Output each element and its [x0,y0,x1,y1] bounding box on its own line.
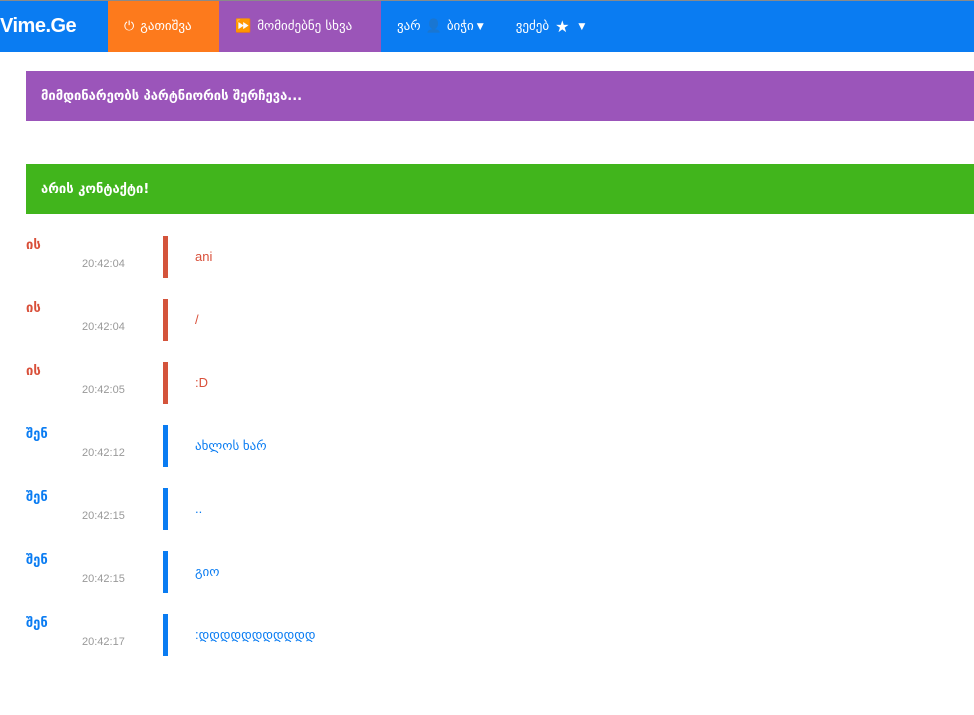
gender-prefix: ვარ [397,19,421,34]
message-divider [163,614,168,656]
chat-message: შენ 20:42:15 .. [0,488,974,530]
sender-name: ის [26,301,41,316]
disconnect-button[interactable]: ⏻ გათიშვა [108,1,219,52]
logo[interactable]: Vime.Ge [0,1,108,52]
message-divider [163,362,168,404]
message-time: 20:42:15 [82,510,125,522]
message-text: ახლოს ხარ [195,438,267,453]
message-time: 20:42:12 [82,447,125,459]
message-text: .. [195,501,203,516]
chat-message: ის 20:42:05 :D [0,362,974,404]
next-partner-label: მომიძებნე სხვა [257,19,353,34]
message-time: 20:42:04 [82,258,125,270]
message-divider [163,236,168,278]
top-navbar: Vime.Ge ⏻ გათიშვა ⏩ მომიძებნე სხვა ვარ 👤… [0,0,974,52]
next-partner-button[interactable]: ⏩ მომიძებნე სხვა [219,1,381,52]
chat-message: შენ 20:42:17 :დდდდდდდდდდდ [0,614,974,656]
power-icon: ⏻ [124,19,135,34]
message-text: :დდდდდდდდდდდ [195,627,316,642]
user-icon: 👤 [425,19,442,34]
message-divider [163,551,168,593]
caret-down-icon: ▼ [578,21,586,32]
sender-name: ის [26,238,41,253]
chat-message: შენ 20:42:12 ახლოს ხარ [0,425,974,467]
gender-value: ბიჭი [446,19,474,34]
sender-name: ის [26,364,41,379]
gender-dropdown[interactable]: ვარ 👤 ბიჭი ▼ [381,1,500,52]
chat-message: შენ 20:42:15 გიო [0,551,974,593]
sender-name: შენ [26,427,48,442]
message-divider [163,425,168,467]
chat-message: ის 20:42:04 / [0,299,974,341]
fast-forward-icon: ⏩ [235,19,252,34]
message-time: 20:42:04 [82,321,125,333]
message-time: 20:42:05 [82,384,125,396]
sender-name: შენ [26,616,48,631]
message-text: გიო [195,564,220,579]
message-text: :D [195,375,208,390]
sender-name: შენ [26,490,48,505]
seeking-label: ვეძებ [515,19,550,34]
sender-name: შენ [26,553,48,568]
message-time: 20:42:15 [82,573,125,585]
message-text: ani [195,249,213,264]
chat-message: ის 20:42:04 ani [0,236,974,278]
message-divider [163,488,168,530]
star-icon: ★ [555,17,570,36]
searching-banner: მიმდინარეობს პარტნიორის შერჩევა... [26,71,974,121]
seeking-dropdown[interactable]: ვეძებ ★ ▼ [500,1,602,52]
message-divider [163,299,168,341]
disconnect-label: გათიშვა [140,19,192,34]
message-text: / [195,312,199,327]
caret-down-icon: ▼ [476,21,484,32]
connected-banner: არის კონტაქტი! [26,164,974,214]
message-time: 20:42:17 [82,636,125,648]
